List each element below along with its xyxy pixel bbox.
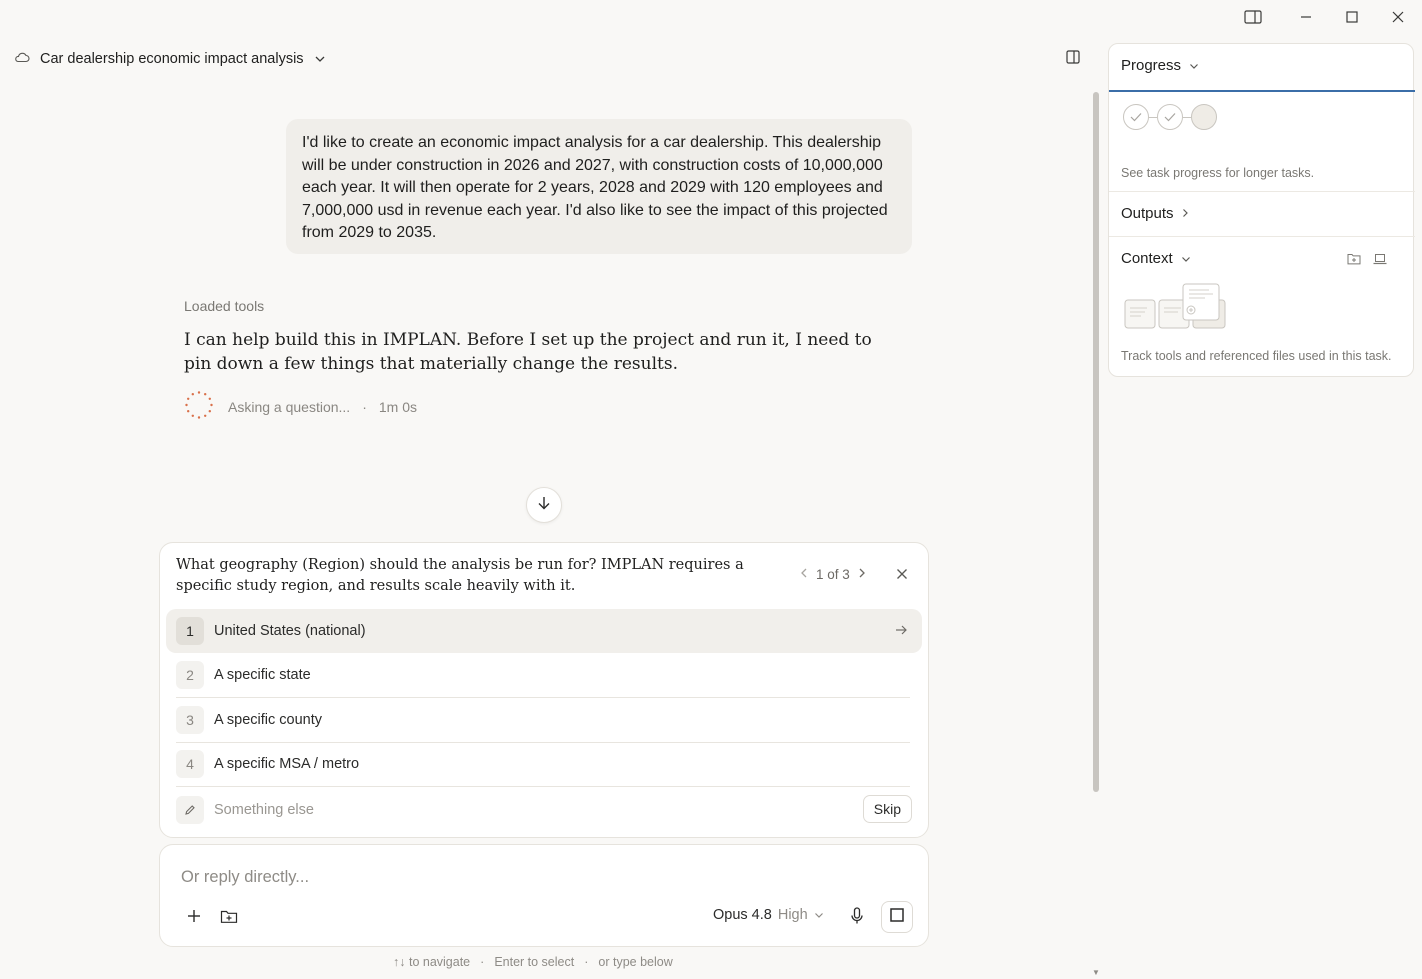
option-number: 4: [176, 750, 204, 778]
option-label: A specific state: [214, 667, 311, 683]
divider: [1109, 191, 1415, 192]
maximize-icon[interactable]: [1341, 6, 1363, 28]
loaded-tools-label[interactable]: Loaded tools: [184, 298, 264, 314]
option-msa[interactable]: 4 A specific MSA / metro: [166, 742, 922, 786]
assistant-message: I can help build this in IMPLAN. Before …: [184, 330, 872, 374]
option-number: 1: [176, 617, 204, 645]
arrow-right-icon: [894, 623, 908, 642]
step-pending-icon: [1191, 104, 1217, 130]
something-else-input[interactable]: Something else: [214, 802, 314, 818]
chevron-down-icon[interactable]: [314, 50, 326, 68]
arrow-down-icon: [537, 495, 551, 516]
spinner-icon: [184, 390, 214, 423]
progress-note: See task progress for longer tasks.: [1121, 166, 1315, 180]
step-complete-icon: [1123, 104, 1149, 130]
minimize-icon[interactable]: [1295, 6, 1317, 28]
option-number: 3: [176, 706, 204, 734]
elapsed-time: 1m 0s: [378, 398, 417, 415]
pager-label: 1 of 3: [816, 567, 850, 582]
question-pager: 1 of 3: [800, 567, 866, 582]
asking-text: Asking a question...: [228, 398, 351, 415]
context-note: Track tools and referenced files used in…: [1121, 349, 1392, 363]
sidebar-toggle-icon[interactable]: [1242, 6, 1264, 28]
option-label: A specific county: [214, 712, 322, 728]
scrollbar[interactable]: [1093, 92, 1099, 792]
question-card: What geography (Region) should the analy…: [159, 542, 929, 838]
model-name: Opus 4.8: [713, 907, 772, 923]
chevron-down-icon: [814, 907, 824, 923]
conversation-header[interactable]: Car dealership economic impact analysis: [14, 48, 326, 70]
progress-title: Progress: [1121, 57, 1182, 74]
microphone-icon[interactable]: [846, 905, 868, 927]
reply-composer: Or reply directly... Opus 4.8 High: [159, 844, 929, 947]
outputs-title: Outputs: [1121, 205, 1174, 222]
something-else-row[interactable]: Something else Skip: [166, 793, 922, 827]
divider: [1109, 236, 1415, 237]
chevron-left-icon[interactable]: [800, 567, 808, 582]
stop-button[interactable]: [881, 901, 913, 933]
chevron-right-icon: [1182, 205, 1189, 222]
effort-level: High: [777, 907, 808, 923]
model-selector[interactable]: Opus 4.8 High: [713, 907, 824, 923]
folder-add-icon[interactable]: [1347, 252, 1361, 270]
cloud-icon: [14, 50, 30, 68]
option-number: 2: [176, 661, 204, 689]
separator-dot: ·: [480, 955, 485, 969]
select-hint: Enter to select: [494, 955, 575, 969]
user-message: I'd like to create an economic impact an…: [286, 119, 912, 254]
separator-dot: ·: [362, 398, 367, 415]
context-files-illustration: [1123, 282, 1229, 337]
question-text: What geography (Region) should the analy…: [176, 557, 744, 594]
scroll-down-arrow-icon[interactable]: ▼: [1092, 968, 1100, 977]
option-united-states[interactable]: 1 United States (national): [166, 609, 922, 653]
option-state[interactable]: 2 A specific state: [166, 653, 922, 697]
divider: [176, 786, 910, 787]
progress-header[interactable]: Progress: [1121, 57, 1199, 74]
separator-dot: ·: [584, 955, 589, 969]
navigate-hint: ↑↓ to navigate: [393, 955, 471, 969]
skip-button[interactable]: Skip: [862, 795, 912, 823]
progress-steps: [1123, 104, 1217, 130]
close-question-icon[interactable]: [896, 567, 912, 583]
close-window-icon[interactable]: [1387, 6, 1409, 28]
stop-icon: [890, 907, 904, 927]
outputs-header[interactable]: Outputs: [1121, 205, 1189, 222]
pencil-icon: [176, 796, 204, 824]
asking-status: Asking a question... · 1m 0s: [184, 390, 417, 423]
chevron-down-icon: [1181, 250, 1191, 267]
step-connector: [1149, 116, 1157, 118]
option-label: United States (national): [214, 623, 366, 639]
context-actions: [1347, 252, 1387, 270]
plus-icon[interactable]: [183, 905, 205, 927]
keyboard-hints: ↑↓ to navigate · Enter to select · or ty…: [393, 955, 673, 969]
step-connector: [1183, 116, 1191, 118]
context-header[interactable]: Context: [1121, 250, 1191, 267]
option-label: A specific MSA / metro: [214, 756, 360, 772]
side-panel: Progress See task progress for longer ta…: [1108, 43, 1415, 377]
context-title: Context: [1121, 250, 1173, 267]
reply-input[interactable]: Or reply directly...: [181, 868, 309, 887]
folder-plus-icon[interactable]: [218, 905, 240, 927]
scroll-to-bottom-button[interactable]: [526, 487, 562, 523]
panel-toggle-icon[interactable]: [1066, 50, 1084, 68]
progress-underline: [1109, 90, 1415, 92]
conversation-title[interactable]: Car dealership economic impact analysis: [40, 51, 304, 67]
option-county[interactable]: 3 A specific county: [166, 698, 922, 742]
chevron-right-icon[interactable]: [858, 567, 866, 582]
step-complete-icon: [1157, 104, 1183, 130]
chevron-down-icon: [1189, 57, 1199, 74]
laptop-icon[interactable]: [1373, 252, 1387, 270]
type-hint: or type below: [598, 955, 673, 969]
